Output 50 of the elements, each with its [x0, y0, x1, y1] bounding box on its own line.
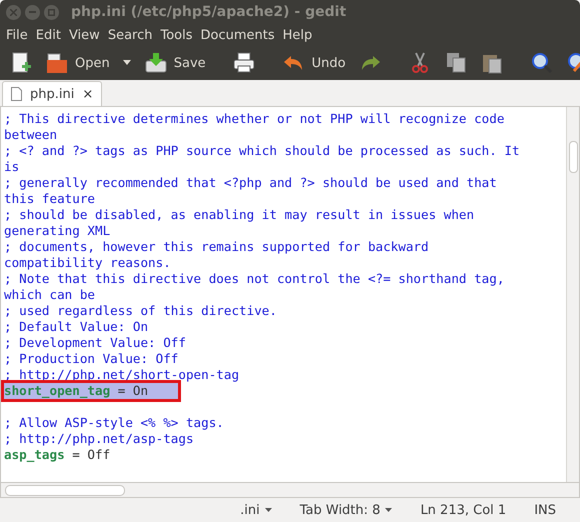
- comment-line: ; Production Value: Off: [4, 351, 178, 366]
- comment-line: ; This directive determines whether or not PHP will recognize code: [4, 111, 504, 126]
- comment-line: ; used regardless of this directive.: [4, 303, 277, 318]
- status-dropdown[interactable]: .ini: [226, 502, 286, 518]
- close-icon: [10, 8, 17, 16]
- vertical-scrollbar[interactable]: [566, 107, 579, 482]
- window-title: php.ini (/etc/php5/apache2) - gedit: [71, 4, 346, 20]
- drive-download-icon: [144, 51, 168, 75]
- comment-line: ; documents, however this remains supported for backward: [4, 239, 429, 254]
- comment-line: ; <? and ?> tags as PHP source which should be processed as such. It: [4, 143, 520, 158]
- menu-item[interactable]: Help: [278, 28, 316, 42]
- menu-item[interactable]: Tools: [156, 28, 197, 42]
- menu-item[interactable]: File: [2, 28, 32, 42]
- menu-item[interactable]: Documents: [196, 28, 279, 42]
- save-button[interactable]: Save: [140, 49, 209, 77]
- caret-icon: [122, 60, 131, 65]
- comment-line: ; http://php.net/asp-tags: [4, 431, 194, 446]
- comment-line: generating XML: [4, 223, 110, 238]
- file-tab[interactable]: php.ini ×: [2, 81, 102, 106]
- comment-line: this feature: [4, 191, 95, 206]
- caret-icon: [264, 508, 272, 512]
- search-icon: [530, 51, 554, 75]
- status-text: INS: [533, 502, 557, 518]
- menu-item[interactable]: Search: [104, 28, 156, 42]
- code-line: asp_tags = Off: [4, 447, 110, 463]
- undo-button[interactable]: Undo: [278, 49, 349, 77]
- comment-line: ; generally recommended that <?php and ?> should be used and that: [4, 175, 497, 190]
- horizontal-scrollbar[interactable]: [0, 483, 580, 498]
- status-text: Ln 213, Col 1: [419, 502, 508, 518]
- comment-line: which can be: [4, 287, 95, 302]
- menu-item[interactable]: View: [64, 28, 104, 42]
- comment-line: ; Allow ASP-style <% %> tags.: [4, 415, 224, 430]
- document-icon: [11, 87, 22, 101]
- printer-icon: [232, 51, 256, 75]
- comment-line: ; Note that this directive does not control the <?= shorthand tag,: [4, 271, 504, 286]
- comment-line: ; Development Value: Off: [4, 335, 186, 350]
- menu-item[interactable]: Edit: [32, 28, 65, 42]
- maximize-icon: [48, 8, 55, 16]
- comment-line: is: [4, 159, 20, 174]
- comment-line: ; should be disabled, as enabling it may result in issues when: [4, 207, 474, 222]
- caret-icon: [385, 508, 392, 512]
- comment-line: between: [4, 127, 58, 142]
- open-button[interactable]: Open: [42, 49, 113, 77]
- tab-label: php.ini: [30, 86, 74, 102]
- status-dropdown[interactable]: Tab Width: 8: [286, 502, 406, 518]
- folder-icon: [45, 51, 69, 75]
- comment-line: ; Default Value: On: [4, 319, 148, 334]
- minimize-icon: [29, 11, 36, 13]
- comment-line: compatibility reasons.: [4, 255, 171, 270]
- tab-close-button[interactable]: ×: [82, 86, 94, 102]
